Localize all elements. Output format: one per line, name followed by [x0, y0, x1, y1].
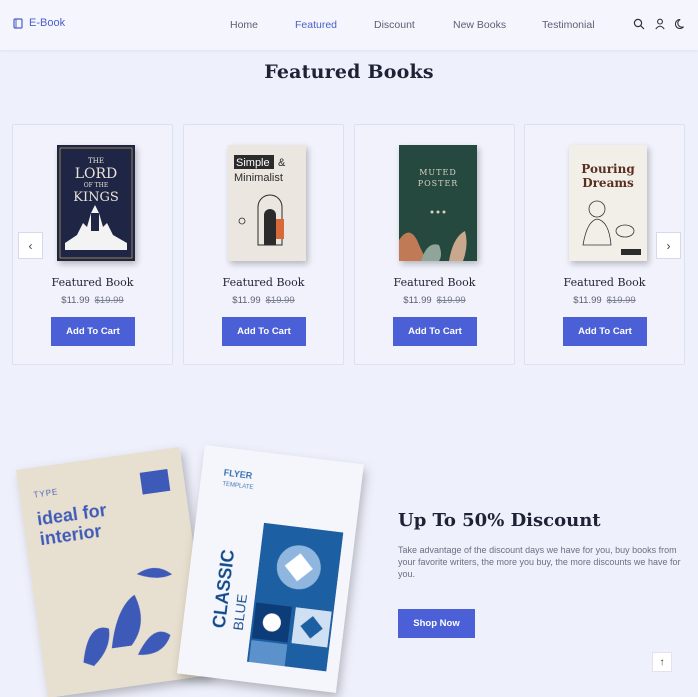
book-title: Featured Book — [51, 276, 134, 289]
price-current: $11.99 — [403, 295, 432, 306]
search-icon[interactable] — [633, 18, 645, 30]
cover-title-line: OF THE — [84, 182, 109, 189]
shop-now-button[interactable]: Shop Now — [398, 609, 475, 638]
discount-description: Take advantage of the discount days we h… — [398, 545, 681, 579]
cover-title-line: MUTED — [419, 168, 457, 177]
logo-text: E-Book — [29, 17, 66, 29]
cover-title-line: Simple — [236, 157, 270, 169]
price-old: $19.99 — [94, 295, 124, 306]
nav-home[interactable]: Home — [230, 19, 258, 31]
moon-icon[interactable] — [675, 18, 687, 30]
cover-title-line: LORD — [75, 166, 118, 182]
book-cover-lord-of-the-kings[interactable]: THE LORD OF THE KINGS SARAH GESTON — [57, 145, 135, 261]
book-price: $11.99 $19.99 — [355, 295, 514, 306]
add-to-cart-button[interactable]: Add To Cart — [563, 317, 647, 346]
cover-title-line: Dreams — [582, 176, 634, 190]
book-price: $11.99 $19.99 — [13, 295, 172, 306]
nav-featured[interactable]: Featured — [295, 19, 337, 31]
add-to-cart-button[interactable]: Add To Cart — [393, 317, 477, 346]
featured-section-title: Featured Books — [264, 61, 434, 83]
carousel-next-button[interactable]: › — [656, 232, 681, 259]
nav-new-books[interactable]: New Books — [453, 19, 506, 31]
cover-title-line: THE — [88, 157, 104, 165]
price-old: $19.99 — [436, 295, 466, 306]
scroll-to-top-button[interactable]: ↑ — [652, 652, 672, 672]
price-old: $19.99 — [606, 295, 636, 306]
book-title: Featured Book — [222, 276, 305, 289]
add-to-cart-button[interactable]: Add To Cart — [222, 317, 306, 346]
book-icon — [13, 17, 23, 29]
user-icon[interactable] — [654, 18, 666, 30]
price-old: $19.99 — [265, 295, 295, 306]
add-to-cart-button[interactable]: Add To Cart — [51, 317, 135, 346]
book-title: Featured Book — [393, 276, 476, 289]
cover-title-line: KINGS — [73, 190, 119, 205]
price-current: $11.99 — [61, 295, 90, 306]
discount-books-image: TYPE ideal for interior FLYER TEMPLATE C… — [16, 445, 364, 697]
cover-title-line: & — [278, 157, 286, 169]
logo[interactable]: E-Book — [13, 17, 65, 29]
book-price: $11.99 $19.99 — [184, 295, 343, 306]
book-cover-muted-poster[interactable]: MUTED POSTER — [399, 145, 477, 261]
cover-author: SARAH GESTON — [78, 252, 114, 257]
cover-art: MUTED POSTER — [399, 168, 467, 261]
book-card: Simple & Minimalist Featured Book $11.99… — [183, 124, 344, 365]
book-cover-pouring-dreams[interactable]: Pouring Dreams — [569, 145, 647, 261]
chevron-right-icon: › — [666, 238, 671, 253]
cover-art: Pouring Dreams — [581, 162, 641, 255]
book-card: MUTED POSTER Featured Book $11.99 $19.99 … — [354, 124, 515, 365]
arrow-up-icon: ↑ — [659, 656, 665, 668]
book-title: Featured Book — [563, 276, 646, 289]
carousel-prev-button[interactable]: ‹ — [18, 232, 43, 259]
cover-title-line: Minimalist — [234, 172, 283, 184]
price-current: $11.99 — [573, 295, 602, 306]
cover-art: Simple & Minimalist — [234, 155, 286, 246]
book-cover-simple-minimalist[interactable]: Simple & Minimalist — [228, 145, 306, 261]
book-price: $11.99 $19.99 — [525, 295, 684, 306]
site-header: E-Book Home Featured Discount New Books … — [0, 0, 698, 50]
price-current: $11.99 — [232, 295, 261, 306]
nav-testimonial[interactable]: Testimonial — [542, 19, 595, 31]
nav-discount[interactable]: Discount — [374, 19, 415, 31]
discount-title: Up To 50% Discount — [398, 510, 601, 531]
cover-art: THE LORD OF THE KINGS SARAH GESTON — [59, 147, 133, 259]
cover-title-line: Pouring — [581, 162, 635, 176]
chevron-left-icon: ‹ — [28, 238, 33, 253]
cover-title-line: POSTER — [418, 179, 459, 188]
